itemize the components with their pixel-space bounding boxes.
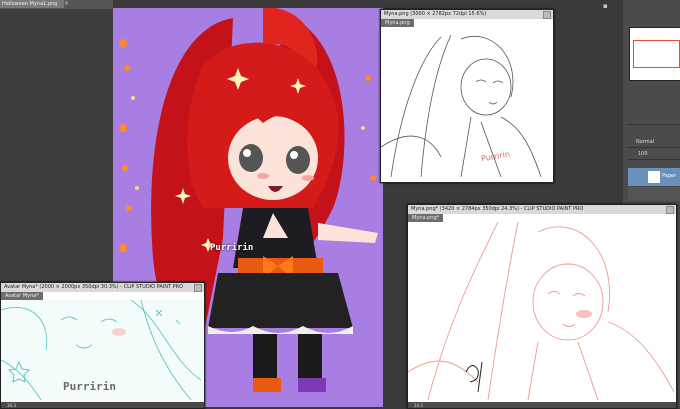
teal-canvas[interactable]: Purririn <box>1 299 204 402</box>
opacity-row[interactable]: 100 <box>628 150 680 160</box>
layer-name: Paper <box>662 173 677 179</box>
pink-zoom-value[interactable]: 24.3 <box>408 403 423 408</box>
sketch-window[interactable]: Myna.png (3000 × 2782px 72dpi 15.6%) Myn… <box>380 9 554 183</box>
pink-canvas[interactable] <box>408 221 676 402</box>
main-document-tab[interactable]: Halloween Myna1.png <box>0 0 64 8</box>
teal-window-title[interactable]: Avatar Myna* (2000 × 2000px 350dpi 30.3%… <box>1 283 204 292</box>
sketch-canvas[interactable]: Purririn <box>381 27 553 182</box>
teal-window[interactable]: Avatar Myna* (2000 × 2000px 350dpi 30.3%… <box>0 282 205 409</box>
teal-signature: Purririn <box>63 380 116 393</box>
artwork-signature: Purririn <box>210 243 254 253</box>
teal-close-button[interactable] <box>194 284 202 292</box>
layer-row[interactable] <box>628 187 680 201</box>
layer-row-paper[interactable]: Paper <box>628 168 680 186</box>
pink-lineart <box>408 221 675 401</box>
layer-thumbnail <box>648 171 660 183</box>
opacity-value[interactable]: 100 <box>628 151 648 157</box>
pink-close-button[interactable] <box>666 206 674 214</box>
pink-status-bar: 24.3 <box>408 402 676 408</box>
pen-cursor <box>465 365 479 383</box>
sketch-window-tab[interactable]: Myna.png <box>381 19 414 27</box>
sketch-lineart <box>381 34 542 178</box>
navigator-preview <box>629 27 680 81</box>
teal-zoom-value[interactable]: 30.3 <box>1 403 16 408</box>
pink-window-title[interactable]: Myna.png* (3420 × 2784px 350dpi 24.3%) -… <box>408 205 676 214</box>
sketch-close-button[interactable] <box>543 11 551 19</box>
pink-window[interactable]: Myna.png* (3420 × 2784px 350dpi 24.3%) -… <box>407 204 677 409</box>
pink-window-tab[interactable]: Myna.png* <box>408 214 444 222</box>
main-tab-close-icon[interactable]: × <box>64 0 69 8</box>
sketch-window-title[interactable]: Myna.png (3000 × 2782px 72dpi 15.6%) <box>381 10 553 19</box>
teal-status-bar: 30.3 <box>1 402 204 408</box>
blend-mode-row[interactable]: Normal <box>628 138 680 148</box>
blend-mode-select[interactable]: Normal <box>628 139 654 145</box>
main-document-tab-label: Halloween Myna1.png <box>2 1 58 7</box>
right-panel-close-icon[interactable]: ▪ <box>603 2 613 12</box>
layer-panel-header <box>628 115 680 125</box>
teal-window-tab[interactable]: Avatar Myna* <box>1 292 43 300</box>
